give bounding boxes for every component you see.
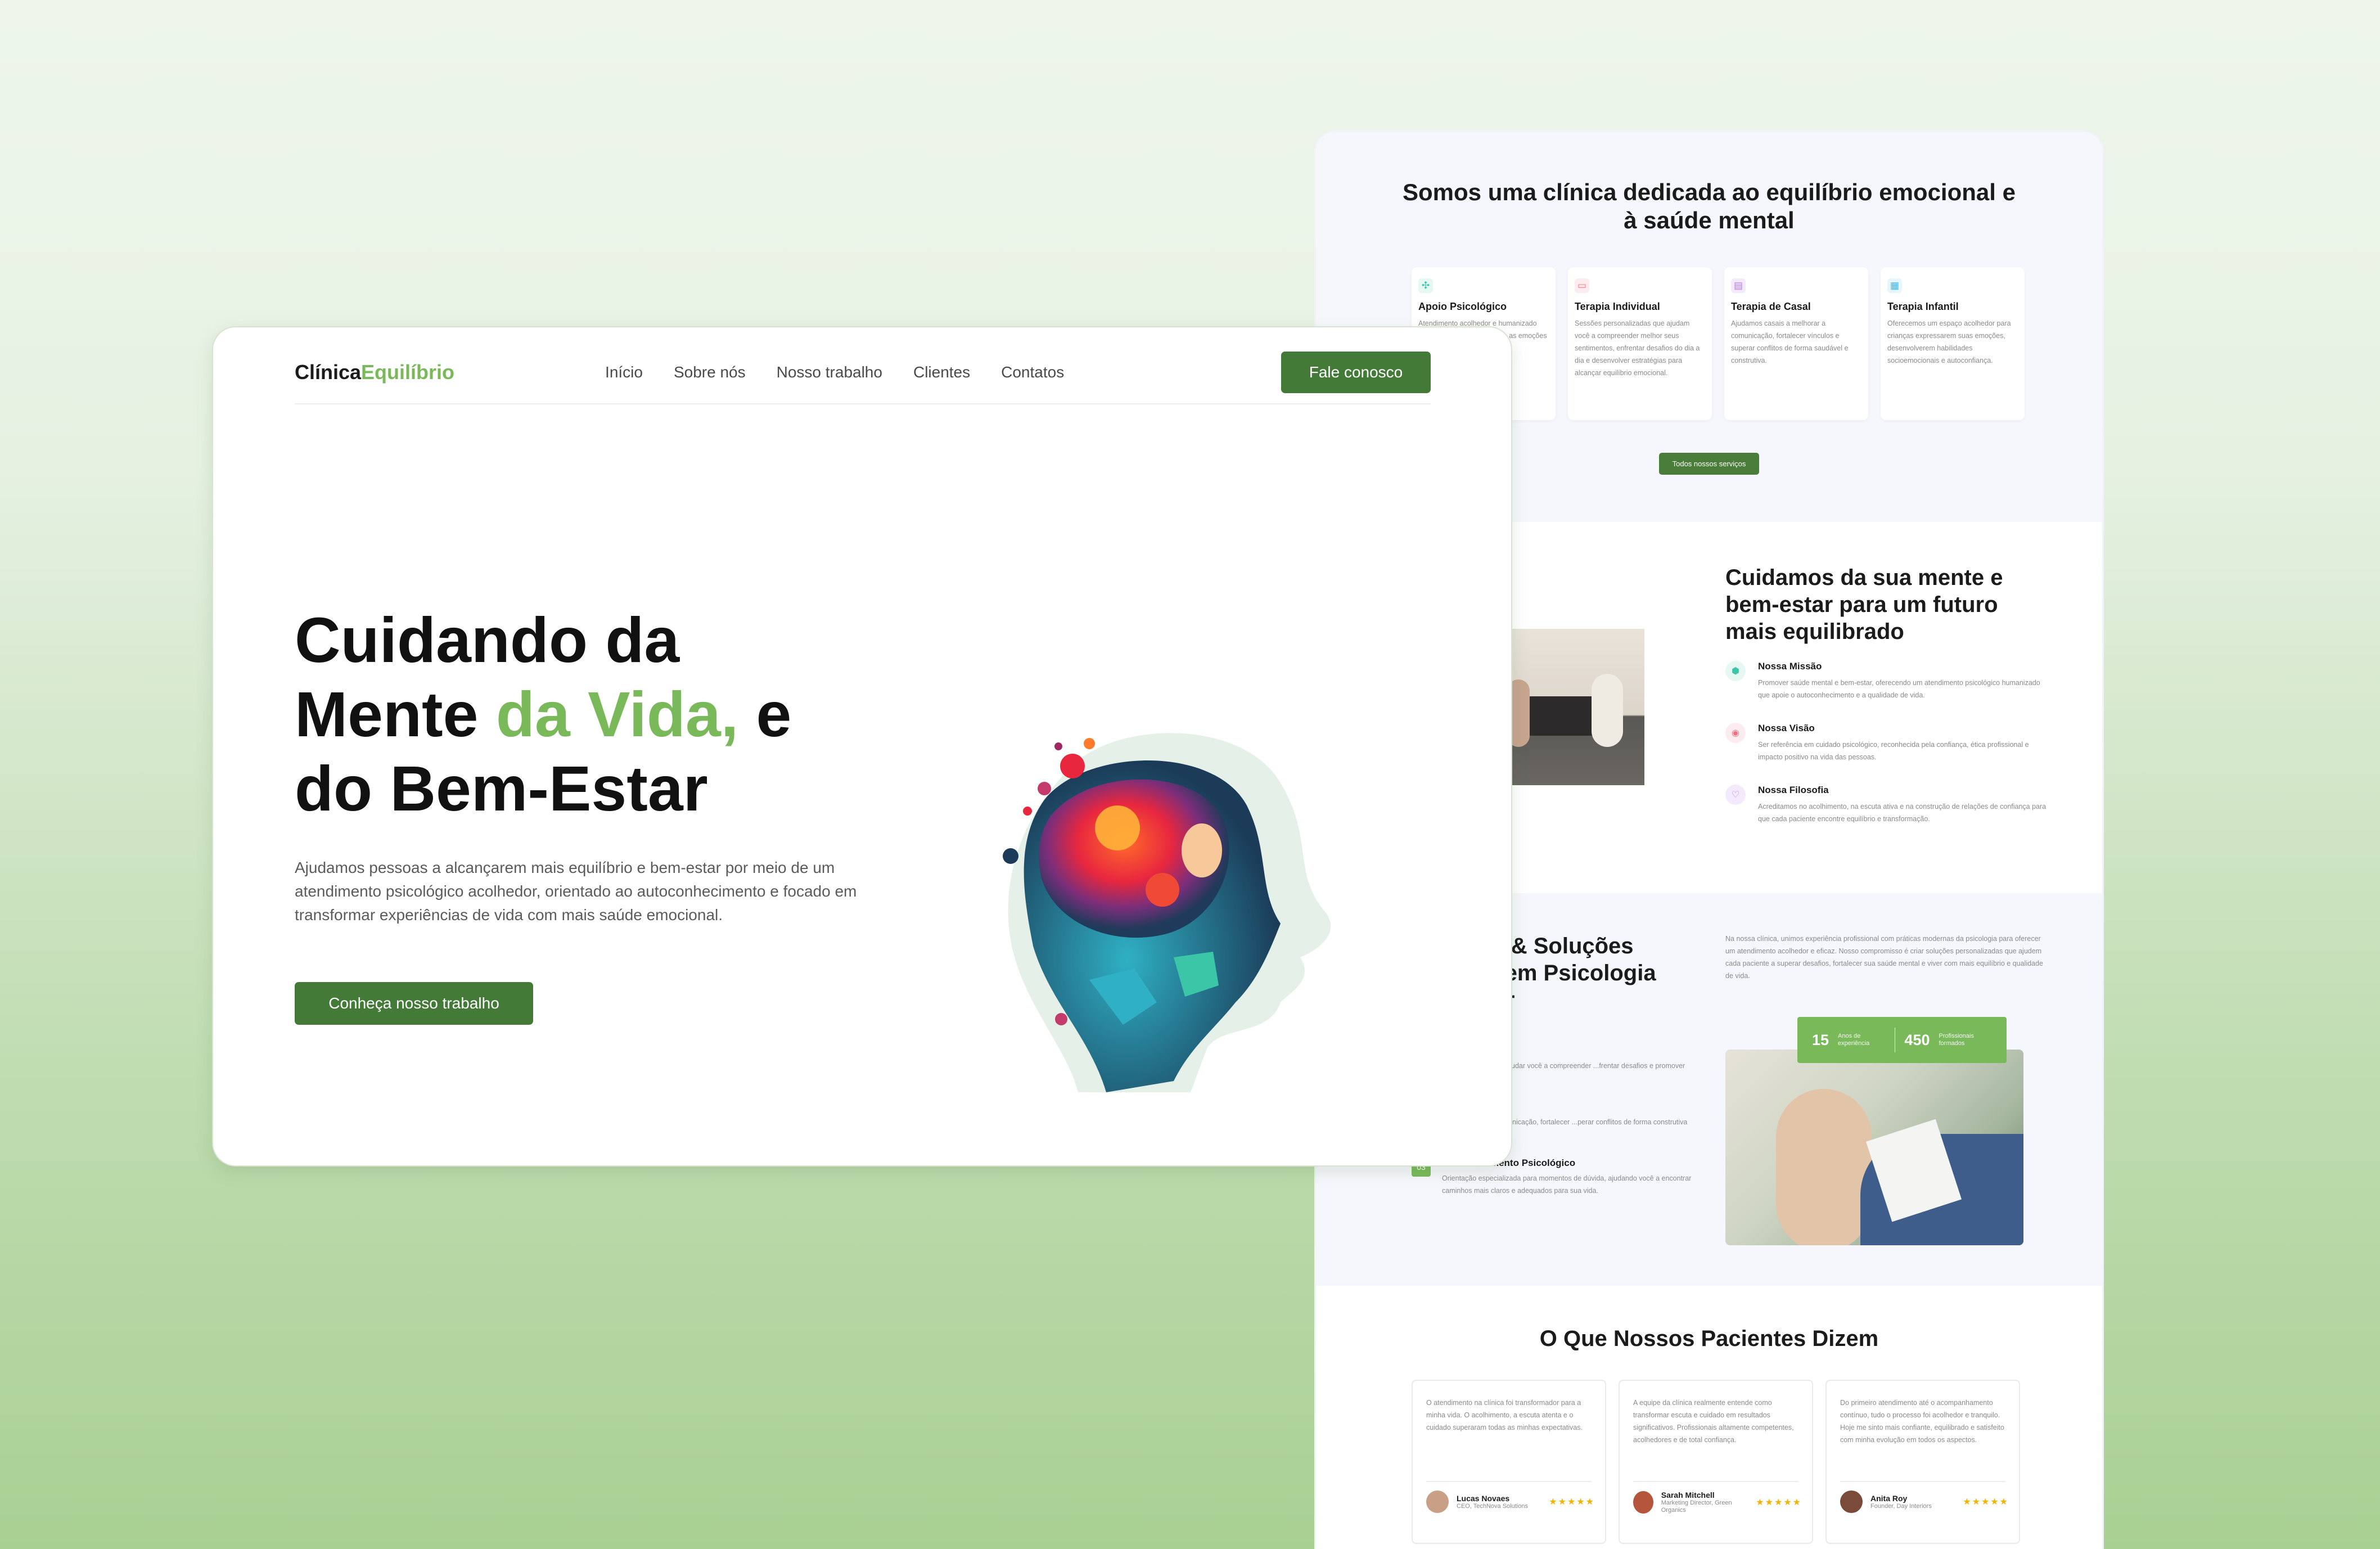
avatar [1426,1491,1449,1513]
logo-text-accent: Equilíbrio [361,361,455,384]
stats-badge: 15 Anos de experiência 450 Profissionais… [1797,1017,2007,1063]
nav-link-trabalho[interactable]: Nosso trabalho [777,363,882,381]
item-text: Ser referência em cuidado psicológico, r… [1758,741,2029,761]
testimonial-text: O atendimento na clínica foi transformad… [1426,1399,1583,1431]
avatar [1633,1491,1653,1514]
contact-button[interactable]: Fale conosco [1281,352,1431,393]
cube-icon: ⬢ [1725,661,1746,681]
document-icon: ▤ [1731,278,1746,293]
service-card[interactable]: ▭ Terapia Individual Sessões personaliza… [1568,267,1712,420]
grid-icon: ▦ [1887,278,1902,293]
hero-line: Mente [295,679,496,750]
author-name: Anita Roy [1870,1493,1908,1503]
nav-link-sobre[interactable]: Sobre nós [674,363,746,381]
service-text: Sessões personalizadas que ajudam você a… [1575,319,1700,377]
logo-text: Clínica [295,361,362,384]
item-title: Nossa Missão [1758,661,1822,672]
philosophy-item: ♡ Nossa Filosofia Acreditamos no acolhime… [1725,785,2052,825]
service-title: Terapia Individual [1575,301,1660,312]
monitor-icon: ▭ [1575,278,1589,293]
stat-value: 15 [1812,1031,1829,1048]
stat-label: Anos de experiência [1838,1033,1870,1047]
hero-description: Ajudamos pessoas a alcançarem mais equil… [295,859,857,924]
author-role: CEO, TechNova Solutions [1457,1502,1528,1510]
eye-icon: ◉ [1725,723,1746,743]
testimonial-card: Do primeiro atendimento até o acompanham… [1825,1380,2020,1544]
care-title: Cuidamos da sua mente e bem-estar para u… [1725,565,2003,644]
item-text: Promover saúde mental e bem-estar, ofere… [1758,679,2040,699]
testimonials-section: O Que Nossos Pacientes Dizem O atendimen… [1316,1286,2102,1544]
learn-more-button[interactable]: Conheça nosso trabalho [295,982,533,1025]
service-card[interactable]: ▤ Terapia de Casal Ajudamos casais a mel… [1724,267,1868,420]
service-title: Terapia de Casal [1731,301,1811,312]
navbar: ClínicaEquilíbrio Início Sobre nós Nosso… [295,341,1431,404]
colorful-head-illustration [1003,733,1331,1092]
hero-line: do Bem-Estar [295,753,708,824]
item-title: Nossa Visão [1758,723,1815,733]
all-services-button[interactable]: Todos nossos serviços [1658,453,1760,475]
about-title: Somos uma clínica dedicada ao equilíbrio… [1403,179,2016,233]
puzzle-icon: ✣ [1418,278,1433,293]
hero-highlight: da Vida, [495,679,739,750]
experience-intro: Na nossa clínica, unimos experiência pro… [1725,935,2043,980]
service-card[interactable]: ▦ Terapia Infantil Oferecemos um espaço … [1881,267,2025,420]
author-name: Lucas Novaes [1457,1493,1510,1503]
stat-value: 450 [1904,1031,1930,1048]
session-photo [1725,1050,2023,1245]
nav-link-contatos[interactable]: Contatos [1001,363,1064,381]
service-title: Apoio Psicológico [1418,301,1507,312]
hero-line: Cuidando da [295,605,680,676]
services-row: ✣ Apoio Psicológico Atendimento acolhedo… [1412,267,2102,420]
star-rating: ★★★★★ [1963,1497,2009,1507]
logo[interactable]: ClínicaEquilíbrio [295,361,454,384]
nav-link-inicio[interactable]: Início [605,363,643,381]
star-rating: ★★★★★ [1756,1498,1802,1507]
testimonials-title: O Que Nossos Pacientes Dizem [1539,1326,1879,1351]
mission-item: ⬢ Nossa Missão Promover saúde mental e be… [1725,661,2052,701]
testimonial-card: A equipe da clínica realmente entende co… [1619,1380,1813,1544]
item-text: Acreditamos no acolhimento, na escuta at… [1758,803,2047,823]
star-rating: ★★★★★ [1549,1497,1595,1507]
service-text: Ajudamos casais a melhorar a comunicação… [1731,319,1849,364]
homepage-preview: ClínicaEquilíbrio Início Sobre nós Nosso… [212,326,1512,1167]
testimonial-text: A equipe da clínica realmente entende co… [1633,1399,1794,1444]
testimonial-text: Do primeiro atendimento até o acompanham… [1840,1399,2004,1444]
avatar [1840,1491,1863,1513]
nav-link-clientes[interactable]: Clientes [913,363,970,381]
service-text: Oferecemos um espaço acolhedor para cria… [1887,319,2011,364]
author-name: Sarah Mitchell [1661,1491,1715,1500]
stat-label: Profissionais formados [1939,1033,1974,1047]
vision-item: ◉ Nossa Visão Ser referência em cuidado p… [1725,723,2052,763]
author-role: Marketing Director, Green Organics [1661,1500,1732,1514]
item-title: Nossa Filosofia [1758,785,1829,795]
hero-line: e [738,679,792,750]
author-role: Founder, Day Interiors [1870,1502,1932,1510]
step-text: Orientação especializada para momentos d… [1442,1174,1692,1195]
testimonial-card: O atendimento na clínica foi transformad… [1412,1380,1606,1544]
nav-menu: Início Sobre nós Nosso trabalho Clientes… [605,363,1064,381]
heart-icon: ♡ [1725,785,1746,805]
service-title: Terapia Infantil [1887,301,1959,312]
showcase-canvas: Somos uma clínica dedicada ao equilíbrio… [0,0,2380,1549]
hero-title: Cuidando da Mente da Vida, e do Bem-Esta… [295,603,913,826]
